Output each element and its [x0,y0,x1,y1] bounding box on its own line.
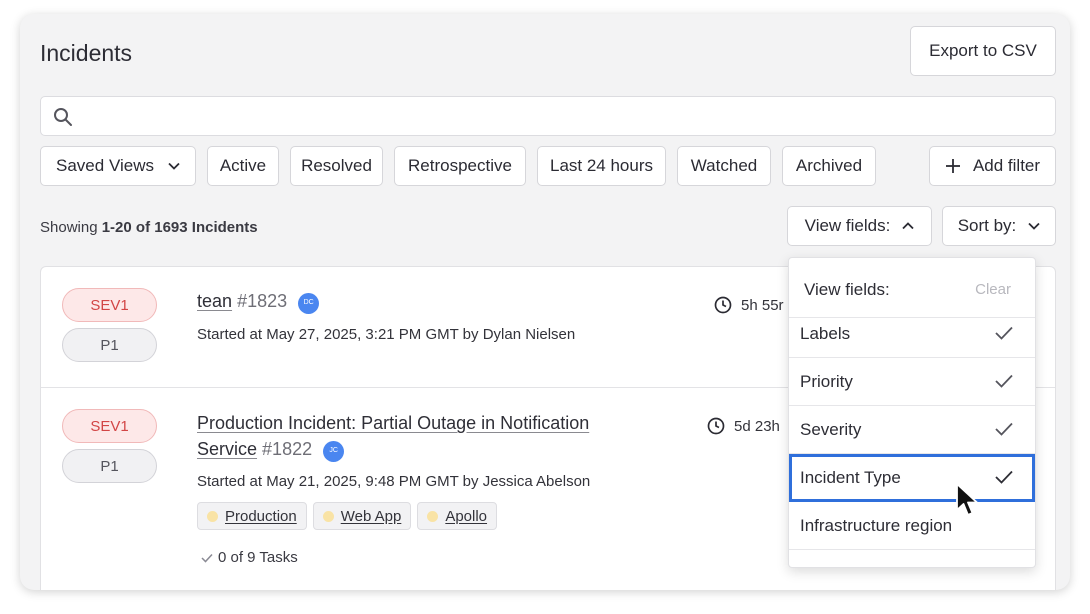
tag-dot-icon [322,510,334,522]
incident-title: tean #1823 DC [197,288,320,314]
check-icon [995,422,1013,436]
incident-name-link[interactable]: tean [197,291,232,311]
incident-title: Production Incident: Partial Outage in N… [197,410,617,462]
tag[interactable]: Web App [312,502,412,530]
incident-name-link[interactable]: Production Incident: Partial Outage in N… [197,413,589,459]
priority-badge: P1 [62,449,157,483]
tag-dot-icon [427,510,439,522]
sort-by-label: Sort by: [957,216,1017,235]
view-fields-menu: View fields: Clear Labels Priority Sever… [788,257,1036,568]
saved-views-label: Saved Views [56,156,154,175]
duration: 5h 55r [714,296,784,314]
search-input[interactable] [40,96,1056,136]
add-filter-label: Add filter [972,156,1041,175]
chevron-down-icon [1028,222,1040,230]
severity-badge: SEV1 [62,288,157,322]
duration: 5d 23h [707,417,780,435]
started-info: Started at May 27, 2025, 3:21 PM GMT by … [197,326,576,343]
mouse-cursor-icon [956,483,978,516]
results-count: Showing 1-20 of 1693 Incidents [40,219,258,236]
started-info: Started at May 21, 2025, 9:48 PM GMT by … [197,473,591,490]
tag-dot-icon [207,510,218,522]
view-field-option-priority[interactable]: Priority [789,358,1035,406]
check-icon [201,553,213,563]
tag[interactable]: Apollo [417,502,498,530]
avatar: DC [298,292,320,314]
filter-retrospective-button[interactable]: Retrospective [394,146,526,186]
view-field-option-labels[interactable]: Labels [789,310,1035,358]
incident-number: #1822 [262,439,313,459]
tasks-progress[interactable]: 0 of 9 Tasks [201,549,298,566]
tag-list: Production Web App Apollo [197,502,498,530]
clock-icon [714,296,732,314]
check-icon [995,326,1013,340]
severity-badge: SEV1 [62,409,157,443]
page-title: Incidents [40,40,133,66]
search-icon [54,108,72,126]
view-field-option-infrastructure-region[interactable]: Infrastructure region [789,502,1035,550]
view-field-option-incident-type[interactable]: Incident Type [789,454,1035,502]
incidents-panel: Incidents Export to CSV Saved Views Acti… [20,14,1070,590]
export-csv-button[interactable]: Export to CSV [910,26,1056,76]
saved-views-dropdown[interactable]: Saved Views [40,146,196,186]
plus-icon [945,159,960,173]
chevron-down-icon [168,162,180,170]
avatar: JC [323,440,345,462]
filter-archived-button[interactable]: Archived [782,146,876,186]
sort-by-button[interactable]: Sort by: [942,206,1056,246]
add-filter-button[interactable]: Add filter [929,146,1056,186]
view-fields-button[interactable]: View fields: [787,206,932,246]
view-field-option-severity[interactable]: Severity [789,406,1035,454]
tag[interactable]: Production [197,502,307,530]
filter-active-button[interactable]: Active [207,146,279,186]
view-fields-label: View fields: [804,216,891,235]
priority-badge: P1 [62,328,157,362]
clock-icon [707,417,725,435]
chevron-up-icon [902,222,914,230]
filter-watched-button[interactable]: Watched [677,146,771,186]
check-icon [995,374,1013,388]
incident-number: #1823 [237,291,288,311]
view-fields-menu-title: View fields: [804,280,890,299]
filter-resolved-button[interactable]: Resolved [290,146,383,186]
clear-button[interactable]: Clear [975,281,1011,298]
filter-last24-button[interactable]: Last 24 hours [537,146,666,186]
check-icon [995,470,1013,484]
